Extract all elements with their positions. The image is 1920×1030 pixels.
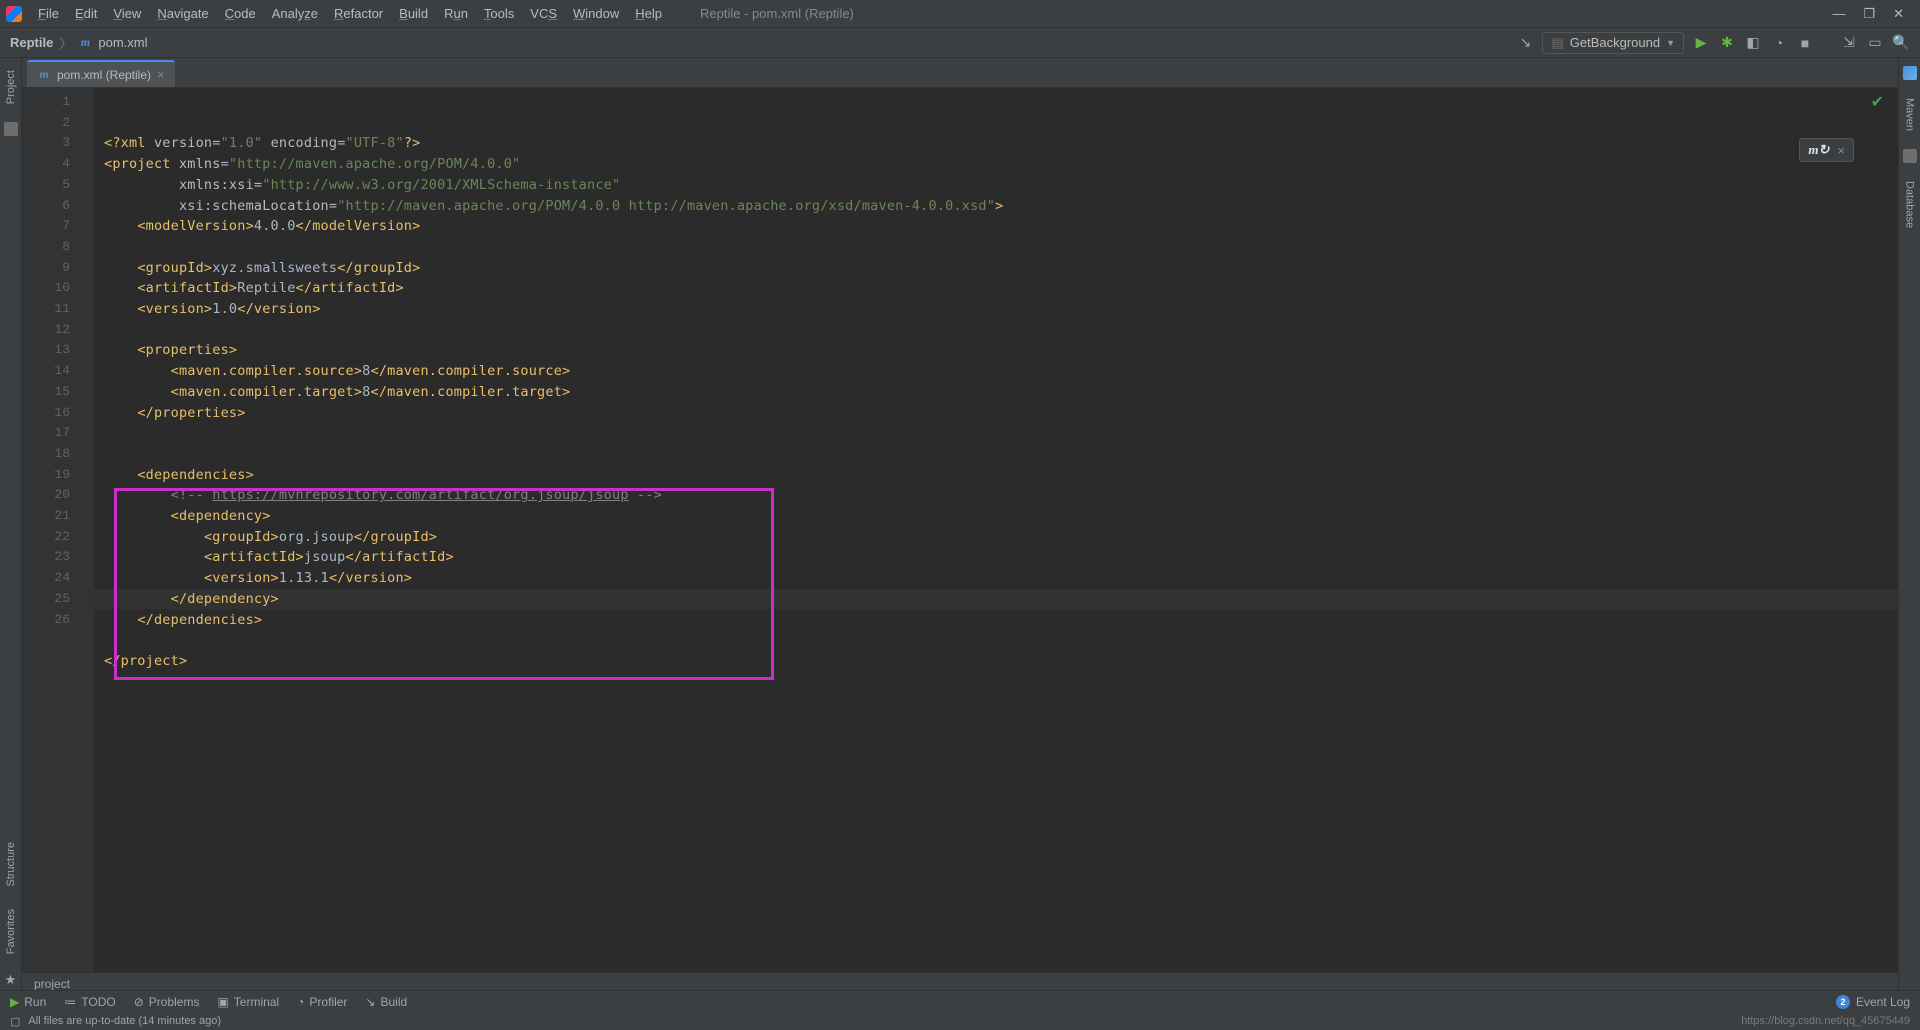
check-ok-icon: ✔ (1871, 94, 1884, 111)
menu-edit[interactable]: Edit (67, 3, 105, 24)
bottom-profiler[interactable]: ◔Profiler (297, 995, 347, 1009)
tab-pom[interactable]: m pom.xml (Reptile) × (27, 60, 175, 87)
inspection-status: ✔ (1871, 92, 1884, 112)
watermark: https://blog.csdn.net/qq_45675449 (1741, 1015, 1910, 1027)
title-bar: File Edit View Navigate Code Analyze Ref… (0, 0, 1920, 28)
popup-close-icon[interactable]: × (1837, 143, 1845, 158)
search-everywhere-icon[interactable]: 🔍 (1892, 34, 1910, 52)
maven-file-icon: m (78, 36, 92, 50)
config-icon: ▤ (1551, 35, 1563, 51)
build-hammer-icon[interactable]: ↘ (1516, 34, 1534, 52)
menu-file[interactable]: File (30, 3, 67, 24)
run-arrow-icon: ▶ (10, 995, 19, 1009)
project-structure-icon[interactable]: ▭ (1866, 34, 1884, 52)
editor-tabs: m pom.xml (Reptile) × (22, 58, 1898, 88)
bottom-problems[interactable]: ⊘Problems (134, 995, 200, 1009)
fold-stripe[interactable] (80, 88, 94, 972)
bottom-event-log[interactable]: Event Log (1856, 995, 1910, 1009)
left-tool-stripe: Project Structure Favorites ★ (0, 58, 22, 994)
window-title: Reptile - pom.xml (Reptile) (670, 6, 1832, 21)
chevron-down-icon: ▼ (1666, 38, 1675, 48)
run-configuration-dropdown[interactable]: ▤ GetBackground ▼ (1542, 32, 1684, 54)
maven-file-icon: m (37, 68, 51, 82)
bottom-terminal[interactable]: ▣Terminal (217, 995, 279, 1009)
tool-project[interactable]: Project (5, 66, 17, 108)
chevron-right-icon: 〉 (59, 33, 72, 52)
menu-run[interactable]: Run (436, 3, 476, 24)
tool-database[interactable]: Database (1904, 177, 1916, 232)
stop-icon[interactable]: ■ (1796, 34, 1814, 52)
menu-build[interactable]: Build (391, 3, 436, 24)
event-log-badge: 2 (1836, 995, 1850, 1009)
code-area[interactable]: <?xml version="1.0" encoding="UTF-8"?> <… (94, 88, 1898, 972)
status-message: All files are up-to-date (14 minutes ago… (28, 1015, 221, 1027)
bottom-todo[interactable]: ≔TODO (64, 995, 115, 1009)
main-area: Project Structure Favorites ★ m pom.xml … (0, 58, 1920, 994)
breadcrumbs: Reptile 〉 m pom.xml (10, 33, 147, 52)
tool-structure[interactable]: Structure (5, 838, 17, 891)
tab-label: pom.xml (Reptile) (57, 68, 151, 82)
menu-navigate[interactable]: Navigate (149, 3, 216, 24)
debug-icon[interactable]: ✱ (1718, 34, 1736, 52)
maven-tool-icon[interactable] (1903, 66, 1917, 80)
tool-favorites[interactable]: Favorites (5, 905, 17, 958)
build-icon: ↘ (365, 995, 375, 1009)
maven-reload-icon: m↻ (1808, 142, 1829, 158)
tool-maven[interactable]: Maven (1904, 94, 1916, 135)
app-logo-icon (6, 6, 22, 22)
menu-analyze[interactable]: Analyze (264, 3, 326, 24)
menu-vcs[interactable]: VCS (522, 3, 565, 24)
menu-help[interactable]: Help (627, 3, 670, 24)
coverage-icon[interactable]: ◧ (1744, 34, 1762, 52)
run-config-label: GetBackground (1570, 35, 1660, 50)
status-bar: ▢ All files are up-to-date (14 minutes a… (0, 1012, 1920, 1030)
menu-window[interactable]: Window (565, 3, 627, 24)
navigation-bar: Reptile 〉 m pom.xml ↘ ▤ GetBackground ▼ … (0, 28, 1920, 58)
menu-code[interactable]: Code (217, 3, 264, 24)
run-icon[interactable]: ▶ (1692, 34, 1710, 52)
menu-tools[interactable]: Tools (476, 3, 522, 24)
terminal-icon: ▣ (217, 995, 228, 1009)
maximize-icon[interactable]: ❐ (1863, 6, 1875, 22)
minimize-icon[interactable]: — (1832, 6, 1845, 22)
editor[interactable]: ✔ m↻ × 12345678910 11121314151617181920 … (22, 88, 1898, 972)
profiler-icon: ◔ (297, 995, 304, 1009)
folder-icon[interactable] (4, 122, 18, 136)
bottom-run[interactable]: ▶Run (10, 995, 46, 1009)
todo-icon: ≔ (64, 995, 76, 1009)
breadcrumb-file[interactable]: pom.xml (98, 35, 147, 50)
update-project-icon[interactable]: ⇲ (1840, 34, 1858, 52)
line-gutter: 12345678910 11121314151617181920 2122232… (22, 88, 80, 972)
close-icon[interactable]: ✕ (1893, 6, 1904, 22)
tab-close-icon[interactable]: × (157, 67, 165, 82)
bottom-build[interactable]: ↘Build (365, 995, 407, 1009)
database-tool-icon[interactable] (1903, 149, 1917, 163)
right-tool-stripe: Maven Database (1898, 58, 1920, 994)
tool-window-quick-access-icon[interactable]: ▢ (10, 1015, 20, 1028)
bottom-tool-bar: ▶Run ≔TODO ⊘Problems ▣Terminal ◔Profiler… (0, 990, 1920, 1012)
breadcrumb-root[interactable]: Reptile (10, 35, 53, 50)
profiler-icon[interactable]: ◔ (1770, 34, 1788, 52)
maven-reload-popup[interactable]: m↻ × (1799, 138, 1854, 162)
problems-icon: ⊘ (134, 995, 144, 1009)
menu-view[interactable]: View (105, 3, 149, 24)
menu-refactor[interactable]: Refactor (326, 3, 391, 24)
editor-column: m pom.xml (Reptile) × ✔ m↻ × 12345678910… (22, 58, 1898, 994)
